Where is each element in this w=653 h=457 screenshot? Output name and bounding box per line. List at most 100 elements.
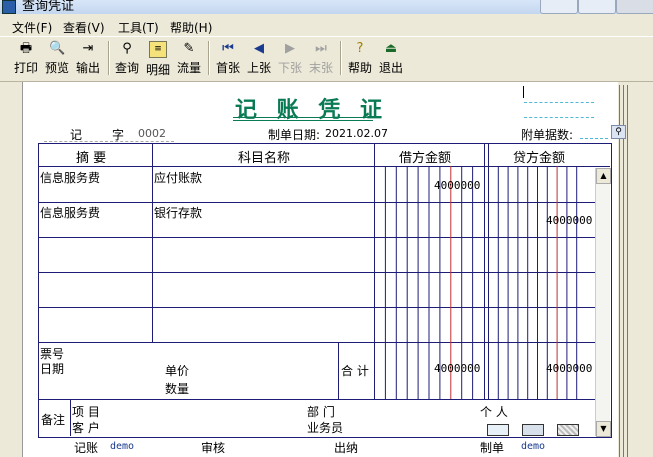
exit-label: 退出 bbox=[378, 61, 403, 75]
binoculars-icon: ⚲ bbox=[122, 41, 132, 56]
customer-label: 客 户 bbox=[72, 421, 100, 435]
flow-icon: ✎ bbox=[183, 41, 195, 56]
tool-icon[interactable] bbox=[557, 424, 579, 436]
header-summary: 摘 要 bbox=[76, 151, 107, 166]
search-icon[interactable]: ⚲ bbox=[611, 125, 626, 139]
flow-button[interactable]: ✎ 流量 bbox=[175, 39, 203, 77]
top-dash-line bbox=[524, 102, 594, 103]
vertical-scrollbar[interactable]: ▲ ▼ bbox=[595, 168, 611, 437]
row-1-summary[interactable]: 信息服务费 bbox=[40, 169, 100, 186]
last-label: 末张 bbox=[308, 61, 333, 75]
next-icon: ▶ bbox=[285, 41, 295, 56]
last-button[interactable]: ⏭ 末张 bbox=[307, 39, 335, 77]
exit-button[interactable]: ⏏ 退出 bbox=[377, 39, 405, 77]
cashier-label: 出纳 bbox=[334, 441, 359, 455]
flow-label: 流量 bbox=[176, 61, 201, 75]
prev-button[interactable]: ◀ 上张 bbox=[245, 39, 273, 77]
menu-help[interactable]: 帮助(H) bbox=[170, 19, 212, 36]
prev-icon: ◀ bbox=[254, 41, 264, 56]
export-button[interactable]: ⇥ 输出 bbox=[74, 39, 102, 77]
col-line bbox=[152, 143, 153, 342]
row-2-credit[interactable]: 4000000 bbox=[546, 214, 592, 227]
paper-edge bbox=[623, 85, 624, 457]
total-label: 合 计 bbox=[341, 364, 369, 378]
preview-label: 预览 bbox=[44, 61, 69, 75]
attachments-label: 附单据数: bbox=[521, 128, 574, 142]
first-icon: ⏮ bbox=[222, 41, 234, 56]
top-dash-line bbox=[524, 117, 594, 118]
row-line bbox=[38, 399, 595, 400]
preview-icon: 🔍 bbox=[49, 41, 66, 56]
bookkeeping-label: 记账 bbox=[74, 441, 99, 455]
exit-icon: ⏏ bbox=[384, 41, 398, 56]
query-label: 查询 bbox=[114, 61, 139, 75]
total-credit: 4000000 bbox=[546, 362, 593, 375]
first-button[interactable]: ⏮ 首张 bbox=[214, 39, 242, 77]
paper-edge bbox=[627, 85, 628, 457]
salesperson-label: 业务员 bbox=[307, 421, 344, 435]
paper-edge bbox=[619, 85, 620, 457]
project-label: 项 目 bbox=[72, 405, 100, 419]
print-label: 打印 bbox=[13, 61, 38, 75]
department-label: 部 门 bbox=[307, 405, 335, 419]
quantity-label: 数量 bbox=[165, 382, 190, 396]
bookkeeping-value: demo bbox=[110, 441, 135, 452]
help-label: 帮助 bbox=[347, 61, 372, 75]
detail-icon: ≡ bbox=[149, 41, 167, 58]
row-1-debit[interactable]: 4000000 bbox=[434, 179, 480, 192]
total-debit: 4000000 bbox=[434, 362, 481, 375]
id-card-icon[interactable] bbox=[522, 424, 544, 436]
row-1-account[interactable]: 应付账款 bbox=[154, 169, 202, 186]
toolbar-separator bbox=[108, 41, 110, 75]
number-dash-line bbox=[44, 141, 174, 142]
maximize-button[interactable] bbox=[578, 0, 616, 14]
scroll-up-icon[interactable]: ▲ bbox=[596, 168, 611, 184]
detail-button[interactable]: ≡ 明细 bbox=[144, 39, 172, 77]
print-button[interactable]: 🖶 打印 bbox=[12, 39, 40, 77]
export-icon: ⇥ bbox=[82, 41, 94, 56]
prev-label: 上张 bbox=[246, 61, 271, 75]
remarks-label: 备注 bbox=[41, 413, 66, 427]
person-label: 个 人 bbox=[480, 405, 508, 419]
toolbar: 🖶 打印 🔍 预览 ⇥ 输出 ⚲ 查询 ≡ 明细 ✎ 流量 ⏮ 首张 ◀ 上张 … bbox=[0, 36, 653, 82]
maker-label: 制单 bbox=[480, 441, 505, 455]
date-row-label: 日期 bbox=[40, 362, 65, 376]
minimize-button[interactable] bbox=[540, 0, 578, 14]
voucher-date[interactable]: 2021.02.07 bbox=[325, 127, 388, 140]
menu-bar: 文件(F) 查看(V) 工具(T) 帮助(H) bbox=[0, 17, 653, 35]
title-bar: 查询凭证 bbox=[0, 0, 653, 14]
scroll-down-icon[interactable]: ▼ bbox=[596, 421, 611, 437]
header-account: 科目名称 bbox=[238, 151, 291, 166]
window-title: 查询凭证 bbox=[22, 0, 75, 14]
title-underline bbox=[233, 117, 373, 118]
help-button[interactable]: ? 帮助 bbox=[346, 39, 374, 77]
toolbar-separator bbox=[208, 41, 210, 75]
help-icon: ? bbox=[356, 41, 364, 56]
col-line bbox=[70, 399, 71, 436]
first-label: 首张 bbox=[215, 61, 240, 75]
app-icon bbox=[2, 0, 16, 14]
date-label: 制单日期: bbox=[268, 128, 321, 142]
text-cursor bbox=[523, 86, 524, 98]
next-label: 下张 bbox=[277, 61, 302, 75]
export-label: 输出 bbox=[75, 61, 100, 75]
next-button[interactable]: ▶ 下张 bbox=[276, 39, 304, 77]
attachments-field[interactable] bbox=[580, 138, 608, 139]
review-label: 审核 bbox=[201, 441, 226, 455]
preview-button[interactable]: 🔍 预览 bbox=[43, 39, 71, 77]
printer-icon: 🖶 bbox=[19, 41, 33, 56]
voucher-number[interactable]: 0002 bbox=[138, 127, 166, 140]
close-button[interactable] bbox=[616, 0, 653, 14]
menu-view[interactable]: 查看(V) bbox=[63, 19, 105, 36]
row-2-summary[interactable]: 信息服务费 bbox=[40, 204, 100, 221]
menu-tools[interactable]: 工具(T) bbox=[118, 19, 159, 36]
unit-price-label: 单价 bbox=[165, 364, 190, 378]
toolbar-separator bbox=[340, 41, 342, 75]
menu-file[interactable]: 文件(F) bbox=[12, 19, 52, 36]
header-debit: 借方金额 bbox=[399, 151, 452, 166]
card-icon[interactable] bbox=[487, 424, 509, 436]
maker-value: demo bbox=[521, 441, 546, 452]
row-2-account[interactable]: 银行存款 bbox=[154, 204, 202, 221]
query-button[interactable]: ⚲ 查询 bbox=[113, 39, 141, 77]
col-line bbox=[338, 342, 339, 399]
